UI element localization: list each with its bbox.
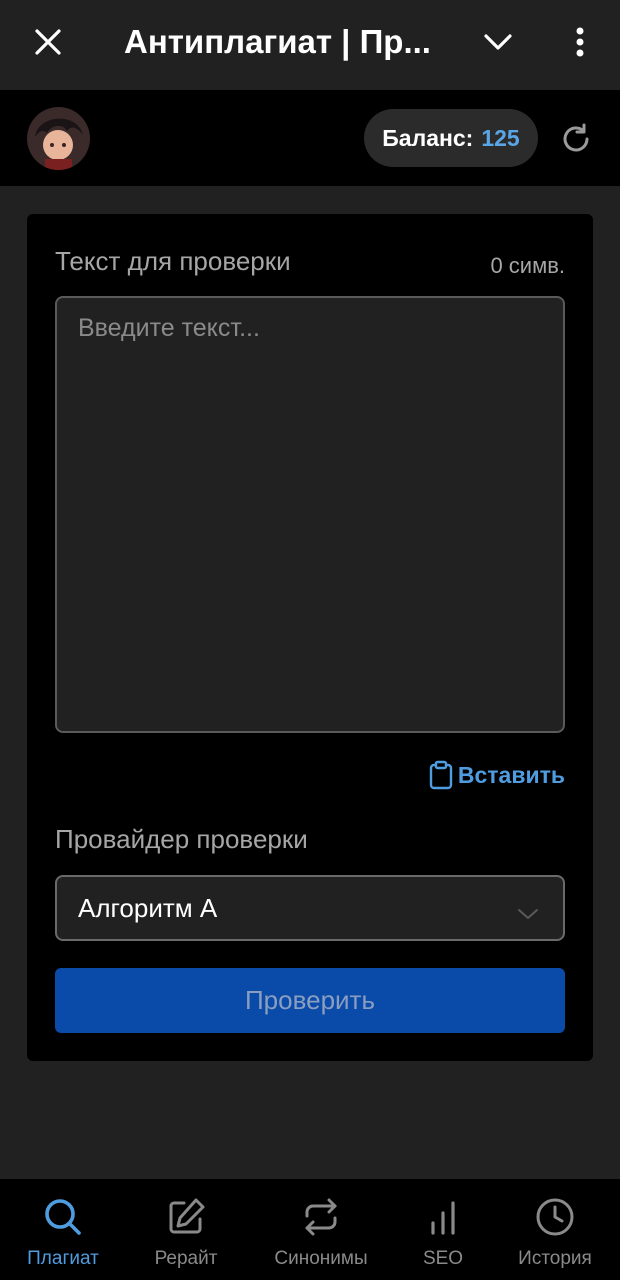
balance-value: 125 (481, 124, 520, 151)
search-icon (43, 1196, 83, 1238)
nav-item-rewrite[interactable]: Рерайт (140, 1179, 232, 1280)
provider-label: Провайдер проверки (55, 824, 308, 854)
window-title: Антиплагиат | Пр... (124, 23, 431, 60)
nav-label: История (518, 1248, 592, 1269)
swap-icon (301, 1196, 341, 1238)
more-vert-icon[interactable] (560, 22, 600, 62)
chevron-down-icon (517, 897, 539, 928)
provider-selected-value: Алгоритм А (78, 892, 218, 923)
check-button[interactable]: Проверить (55, 968, 565, 1033)
app-header: Баланс: 125 (0, 90, 620, 186)
text-label: Текст для проверки (55, 246, 291, 276)
title-bar: Антиплагиат | Пр... (0, 0, 620, 90)
nav-item-seo[interactable]: SEO (408, 1179, 478, 1280)
nav-item-plagiarism[interactable]: Плагиат (14, 1179, 112, 1280)
chevron-down-icon[interactable] (478, 22, 518, 62)
text-input[interactable] (55, 296, 565, 733)
nav-item-history[interactable]: История (510, 1179, 600, 1280)
bottom-nav: Плагиат Рерайт Синонимы SEO История (0, 1179, 620, 1280)
nav-label: Рерайт (154, 1248, 218, 1269)
bar-chart-icon (423, 1196, 463, 1238)
close-icon[interactable] (28, 22, 68, 62)
clipboard-icon (429, 760, 453, 790)
refresh-icon[interactable] (557, 120, 595, 158)
paste-label: Вставить (457, 761, 565, 788)
clock-icon (535, 1196, 575, 1238)
nav-label: Синонимы (274, 1248, 368, 1269)
balance-label: Баланс: (382, 124, 474, 151)
provider-select[interactable]: Алгоритм А (55, 875, 565, 941)
char-counter: 0 симв. (490, 253, 565, 278)
nav-label: Плагиат (27, 1248, 99, 1269)
balance-badge: Баланс: 125 (364, 109, 538, 167)
check-form-card: Текст для проверки 0 симв. Вставить Пров… (27, 214, 593, 1061)
nav-item-synonyms[interactable]: Синонимы (266, 1179, 376, 1280)
paste-button[interactable]: Вставить (428, 758, 565, 792)
avatar[interactable] (27, 107, 90, 170)
edit-icon (166, 1196, 206, 1238)
nav-label: SEO (422, 1248, 464, 1269)
